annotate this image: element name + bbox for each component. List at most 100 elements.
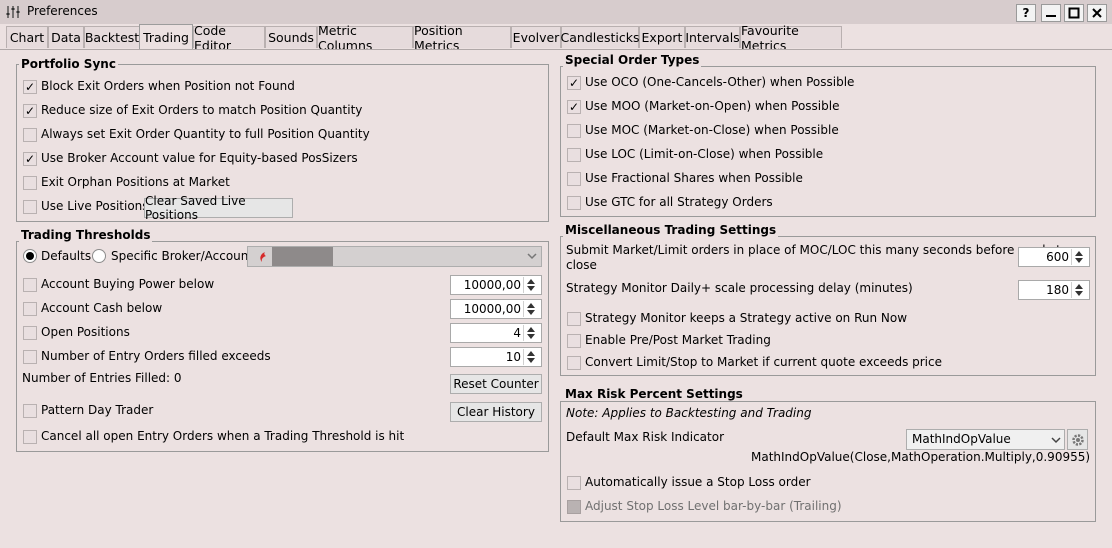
clear-saved-live-positions-button[interactable]: Clear Saved Live Positions	[144, 194, 293, 222]
portfolio-sync-title: Portfolio Sync	[19, 57, 118, 71]
open-positions-checkbox[interactable]	[23, 326, 37, 340]
tab-code-editor[interactable]: Code Editor	[193, 23, 265, 53]
keep-strategy-active-checkbox[interactable]	[567, 312, 581, 326]
buying-power-checkbox[interactable]	[23, 278, 37, 292]
use-moc-label: Use MOC (Market-on-Close) when Possible	[585, 123, 839, 137]
tab-data[interactable]: Data	[48, 26, 84, 48]
arrow-down-icon	[1075, 258, 1083, 263]
indicator-settings-button[interactable]	[1067, 429, 1088, 450]
tab-content-divider	[0, 49, 1112, 50]
tab-chart[interactable]: Chart	[6, 26, 48, 48]
open-positions-stepper[interactable]: 4	[450, 323, 542, 343]
use-live-positions-checkbox[interactable]	[23, 200, 37, 214]
buying-power-label: Account Buying Power below	[41, 277, 215, 291]
max-risk-indicator-value: MathIndOpValue	[912, 432, 1011, 446]
tab-candlesticks[interactable]: Candlesticks	[561, 26, 639, 48]
buying-power-stepper[interactable]: 10000,00	[450, 275, 542, 295]
submit-seconds-stepper[interactable]: 600	[1018, 247, 1090, 267]
reduce-exit-size-label: Reduce size of Exit Orders to match Posi…	[41, 103, 363, 117]
broker-account-select[interactable]	[247, 246, 542, 267]
use-gtc-label: Use GTC for all Strategy Orders	[585, 195, 773, 209]
use-loc-label: Use LOC (Limit-on-Close) when Possible	[585, 147, 824, 161]
arrow-up-icon	[527, 351, 535, 356]
pre-post-market-checkbox[interactable]	[567, 334, 581, 348]
broker-equity-label: Use Broker Account value for Equity-base…	[41, 151, 358, 165]
pre-post-market-label: Enable Pre/Post Market Trading	[585, 333, 771, 347]
specific-broker-radio-label: Specific Broker/Account	[111, 249, 254, 263]
use-fractional-checkbox[interactable]	[567, 172, 581, 186]
stepper-arrows[interactable]	[1071, 249, 1088, 265]
use-oco-label: Use OCO (One-Cancels-Other) when Possibl…	[585, 75, 855, 89]
entry-orders-checkbox[interactable]	[23, 350, 37, 364]
cancel-all-entry-orders-label: Cancel all open Entry Orders when a Trad…	[41, 429, 405, 443]
help-button[interactable]: ?	[1016, 4, 1036, 22]
account-cash-stepper[interactable]: 10000,00	[450, 299, 542, 319]
maximize-icon	[1068, 7, 1080, 19]
max-risk-note: Note: Applies to Backtesting and Trading	[566, 406, 812, 420]
account-cash-checkbox[interactable]	[23, 302, 37, 316]
full-position-qty-label: Always set Exit Order Quantity to full P…	[41, 127, 370, 141]
pattern-day-trader-checkbox[interactable]	[23, 404, 37, 418]
broker-logo-icon	[260, 252, 266, 262]
arrow-up-icon	[1075, 251, 1083, 256]
tab-export[interactable]: Export	[639, 26, 685, 48]
reset-counter-button[interactable]: Reset Counter	[450, 374, 542, 394]
account-cash-label: Account Cash below	[41, 301, 163, 315]
cancel-all-entry-orders-checkbox[interactable]	[23, 430, 37, 444]
tab-metric-columns[interactable]: Metric Columns	[317, 23, 413, 53]
check-icon: ✓	[568, 100, 580, 114]
broker-equity-checkbox[interactable]: ✓	[23, 152, 37, 166]
tab-backtest[interactable]: Backtest	[84, 26, 140, 48]
use-gtc-checkbox[interactable]	[567, 196, 581, 210]
processing-delay-stepper[interactable]: 180	[1018, 280, 1090, 300]
use-moo-label: Use MOO (Market-on-Open) when Possible	[585, 99, 840, 113]
stepper-arrows[interactable]	[523, 301, 540, 317]
specific-broker-radio[interactable]	[92, 249, 106, 263]
use-moc-checkbox[interactable]	[567, 124, 581, 138]
arrow-up-icon	[527, 303, 535, 308]
tab-trading[interactable]: Trading	[139, 24, 193, 50]
stepper-arrows[interactable]	[523, 325, 540, 341]
arrow-down-icon	[527, 310, 535, 315]
maximize-button[interactable]	[1064, 4, 1084, 22]
full-position-qty-checkbox[interactable]	[23, 128, 37, 142]
entry-orders-stepper[interactable]: 10	[450, 347, 542, 367]
account-name-redacted	[272, 247, 333, 266]
use-moo-checkbox[interactable]: ✓	[567, 100, 581, 114]
stepper-arrows[interactable]	[1071, 282, 1088, 298]
defaults-radio-label: Defaults	[41, 249, 92, 263]
tab-favourite-metrics[interactable]: Favourite Metrics	[740, 23, 842, 53]
max-risk-indicator-label: Default Max Risk Indicator	[566, 430, 724, 444]
entries-filled-text: Number of Entries Filled: 0	[22, 371, 182, 385]
submit-seconds-label: Submit Market/Limit orders in place of M…	[566, 243, 1061, 257]
arrow-down-icon	[527, 334, 535, 339]
block-exit-orders-checkbox[interactable]: ✓	[23, 80, 37, 94]
adjust-stop-loss-checkbox[interactable]	[567, 500, 581, 514]
defaults-radio[interactable]	[23, 249, 37, 263]
processing-delay-label: Strategy Monitor Daily+ scale processing…	[566, 281, 913, 295]
convert-limit-stop-checkbox[interactable]	[567, 356, 581, 370]
keep-strategy-active-label: Strategy Monitor keeps a Strategy active…	[585, 311, 908, 325]
stepper-arrows[interactable]	[523, 277, 540, 293]
tab-sounds[interactable]: Sounds	[265, 26, 317, 48]
check-icon: ✓	[24, 152, 36, 166]
stepper-arrows[interactable]	[523, 349, 540, 365]
title-bar: Preferences ?	[0, 0, 1112, 24]
tab-evolver[interactable]: Evolver	[511, 26, 561, 48]
auto-stop-loss-checkbox[interactable]	[567, 476, 581, 490]
tab-position-metrics[interactable]: Position Metrics	[413, 23, 511, 53]
reduce-exit-size-checkbox[interactable]: ✓	[23, 104, 37, 118]
processing-delay-value: 180	[1046, 283, 1069, 297]
close-button[interactable]	[1087, 4, 1107, 22]
max-risk-indicator-select[interactable]: MathIndOpValue	[906, 429, 1065, 450]
clear-history-button[interactable]: Clear History	[450, 402, 542, 422]
use-oco-checkbox[interactable]: ✓	[567, 76, 581, 90]
tab-intervals[interactable]: Intervals	[685, 26, 740, 48]
window-title: Preferences	[27, 4, 98, 18]
exit-orphan-checkbox[interactable]	[23, 176, 37, 190]
block-exit-orders-label: Block Exit Orders when Position not Foun…	[41, 79, 295, 93]
minimize-button[interactable]	[1041, 4, 1061, 22]
sliders-icon	[6, 6, 20, 18]
max-risk-expression: MathIndOpValue(Close,MathOperation.Multi…	[751, 450, 1091, 464]
use-loc-checkbox[interactable]	[567, 148, 581, 162]
